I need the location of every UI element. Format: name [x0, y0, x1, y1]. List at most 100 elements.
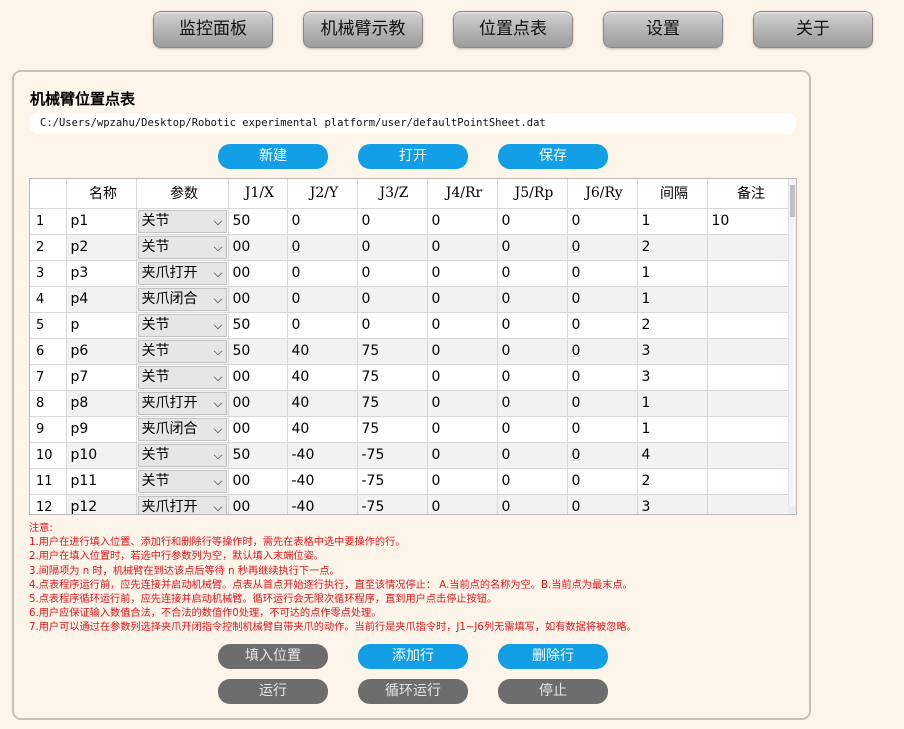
cell-name[interactable]: p11 [66, 468, 137, 495]
cell-j5[interactable]: 0 [497, 364, 568, 391]
cell-j6[interactable]: 0 [567, 416, 638, 443]
column-header-interval[interactable]: 间隔 [637, 179, 708, 209]
cell-j5[interactable]: 0 [497, 442, 568, 469]
cell-j1[interactable]: 00 [228, 234, 288, 261]
cell-name[interactable]: p2 [66, 234, 137, 261]
tab-monitor-panel[interactable]: 监控面板 [153, 11, 273, 48]
row-number[interactable]: 11 [30, 468, 67, 495]
param-select[interactable]: 夹爪打开 [137, 391, 227, 415]
cell-j3[interactable]: 0 [357, 234, 428, 261]
cell-j4[interactable]: 0 [427, 260, 498, 287]
cell-j4[interactable]: 0 [427, 312, 498, 339]
cell-j4[interactable]: 0 [427, 364, 498, 391]
cell-j5[interactable]: 0 [497, 390, 568, 417]
cell-j5[interactable]: 0 [497, 338, 568, 365]
cell-interval[interactable]: 4 [637, 442, 708, 469]
tab-about[interactable]: 关于 [753, 11, 873, 48]
cell-j3[interactable]: 75 [357, 416, 428, 443]
file-path-field[interactable]: C:/Users/wpzahu/Desktop/Robotic experime… [30, 113, 796, 134]
cell-j1[interactable]: 50 [228, 442, 288, 469]
row-number[interactable]: 7 [30, 364, 67, 391]
cell-j1[interactable]: 00 [228, 416, 288, 443]
cell-j6[interactable]: 0 [567, 338, 638, 365]
cell-j6[interactable]: 0 [567, 442, 638, 469]
table-row[interactable]: 3 p3 夹爪打开 00 0 0 0 0 0 1 [30, 260, 792, 287]
column-header-j6[interactable]: J6/Ry [567, 179, 638, 209]
param-select[interactable]: 夹爪打开 [137, 261, 227, 285]
cell-j1[interactable]: 50 [228, 312, 288, 339]
table-row[interactable]: 5 p 关节 50 0 0 0 0 0 2 [30, 312, 792, 339]
cell-name[interactable]: p3 [66, 260, 137, 287]
cell-j3[interactable]: -75 [357, 468, 428, 495]
cell-j4[interactable]: 0 [427, 338, 498, 365]
row-number[interactable]: 4 [30, 286, 67, 313]
cell-interval[interactable]: 2 [637, 234, 708, 261]
cell-name[interactable]: p4 [66, 286, 137, 313]
loop-run-button[interactable]: 循环运行 [358, 679, 468, 704]
position-table[interactable]: 名称 参数 J1/X J2/Y J3/Z J4/Rr J5/Rp J6/Ry 间… [29, 178, 797, 515]
cell-j4[interactable]: 0 [427, 208, 498, 235]
cell-note[interactable] [707, 338, 792, 365]
cell-j2[interactable]: 40 [287, 416, 358, 443]
scrollbar-thumb[interactable] [790, 185, 795, 217]
cell-j5[interactable]: 0 [497, 208, 568, 235]
cell-note[interactable] [707, 390, 792, 417]
table-row[interactable]: 1 p1 关节 50 0 0 0 0 0 1 10 [30, 208, 792, 235]
cell-j5[interactable]: 0 [497, 260, 568, 287]
cell-note[interactable] [707, 260, 792, 287]
cell-j3[interactable]: 0 [357, 286, 428, 313]
cell-j4[interactable]: 0 [427, 286, 498, 313]
row-number[interactable]: 9 [30, 416, 67, 443]
cell-j6[interactable]: 0 [567, 234, 638, 261]
cell-note[interactable] [707, 312, 792, 339]
cell-j3[interactable]: 75 [357, 338, 428, 365]
cell-j5[interactable]: 0 [497, 312, 568, 339]
cell-j6[interactable]: 0 [567, 364, 638, 391]
cell-j2[interactable]: -40 [287, 442, 358, 469]
table-row[interactable]: 4 p4 夹爪闭合 00 0 0 0 0 0 1 [30, 286, 792, 313]
cell-j6[interactable]: 0 [567, 286, 638, 313]
cell-j2[interactable]: 40 [287, 364, 358, 391]
column-header-param[interactable]: 参数 [136, 179, 229, 209]
column-header-j1[interactable]: J1/X [228, 179, 288, 209]
cell-name[interactable]: p1 [66, 208, 137, 235]
cell-j4[interactable]: 0 [427, 468, 498, 495]
fill-position-button[interactable]: 填入位置 [218, 644, 328, 669]
row-number[interactable]: 10 [30, 442, 67, 469]
cell-j1[interactable]: 00 [228, 390, 288, 417]
cell-j3[interactable]: -75 [357, 494, 428, 514]
column-header-j5[interactable]: J5/Rp [497, 179, 568, 209]
param-select[interactable]: 夹爪闭合 [137, 417, 227, 441]
cell-j2[interactable]: 0 [287, 312, 358, 339]
cell-j2[interactable]: 40 [287, 390, 358, 417]
cell-note[interactable] [707, 494, 792, 514]
column-header-note[interactable]: 备注 [707, 179, 792, 209]
cell-name[interactable]: p10 [66, 442, 137, 469]
cell-j5[interactable]: 0 [497, 468, 568, 495]
row-number[interactable]: 2 [30, 234, 67, 261]
table-row[interactable]: 7 p7 关节 00 40 75 0 0 0 3 [30, 364, 792, 391]
stop-button[interactable]: 停止 [498, 679, 608, 704]
cell-j2[interactable]: 0 [287, 286, 358, 313]
table-vertical-scrollbar[interactable] [788, 179, 796, 514]
cell-j5[interactable]: 0 [497, 494, 568, 514]
cell-j6[interactable]: 0 [567, 312, 638, 339]
cell-name[interactable]: p12 [66, 494, 137, 514]
cell-j4[interactable]: 0 [427, 390, 498, 417]
table-row[interactable]: 6 p6 关节 50 40 75 0 0 0 3 [30, 338, 792, 365]
cell-j4[interactable]: 0 [427, 442, 498, 469]
cell-interval[interactable]: 3 [637, 338, 708, 365]
row-number[interactable]: 3 [30, 260, 67, 287]
param-select[interactable]: 关节 [137, 443, 227, 467]
cell-j5[interactable]: 0 [497, 286, 568, 313]
row-number[interactable]: 12 [30, 494, 67, 514]
cell-j2[interactable]: -40 [287, 494, 358, 514]
param-select[interactable]: 夹爪打开 [137, 495, 227, 514]
cell-interval[interactable]: 1 [637, 390, 708, 417]
cell-j1[interactable]: 50 [228, 208, 288, 235]
cell-interval[interactable]: 3 [637, 494, 708, 514]
param-select[interactable]: 关节 [137, 313, 227, 337]
cell-name[interactable]: p9 [66, 416, 137, 443]
cell-j3[interactable]: 0 [357, 312, 428, 339]
cell-name[interactable]: p7 [66, 364, 137, 391]
